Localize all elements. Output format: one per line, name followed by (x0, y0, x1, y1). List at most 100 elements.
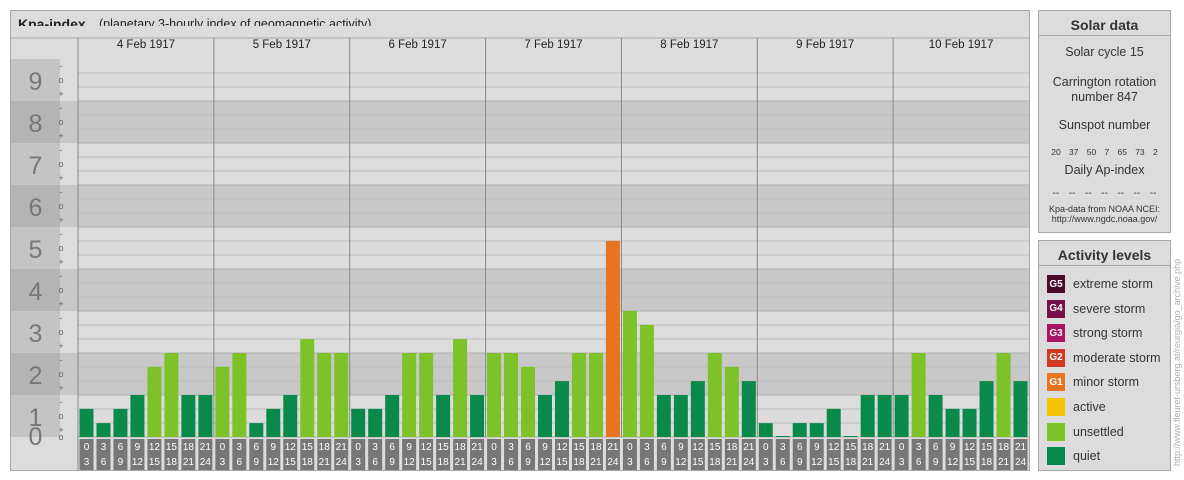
interval-start: 0 (84, 442, 90, 453)
level-swatch (1047, 398, 1065, 416)
interval-start: 15 (166, 442, 178, 453)
interval-start: 9 (135, 442, 141, 453)
level-row: G4 severe storm (1047, 299, 1145, 318)
kp-bar (555, 381, 569, 437)
interval-end: 24 (743, 457, 755, 468)
kp-bar (385, 395, 400, 437)
kp-bar (945, 408, 960, 437)
interval-end: 9 (389, 457, 395, 468)
level-swatch: G4 (1047, 299, 1065, 318)
day-label: 7 Feb 1917 (524, 39, 582, 51)
interval-start: 12 (285, 442, 297, 453)
subtick-circle: o (58, 117, 63, 127)
band (11, 59, 1029, 101)
interval-start: 3 (916, 442, 922, 453)
ytick-label: 2 (29, 362, 43, 390)
interval-end: 3 (84, 457, 90, 468)
interval-end: 3 (899, 457, 905, 468)
ytick-label: 6 (29, 194, 43, 222)
interval-start: 9 (271, 442, 277, 453)
subtick-minus: - (60, 397, 63, 407)
source-line-2: http://www.ngdc.noaa.gov/ (1051, 214, 1158, 224)
interval-end: 15 (828, 457, 840, 468)
day-label: 8 Feb 1917 (660, 39, 718, 51)
interval-start: 21 (1015, 442, 1027, 453)
subtick-minus: - (60, 355, 63, 365)
subtick-plus: + (58, 257, 63, 267)
interval-end: 18 (438, 457, 450, 468)
interval-start: 0 (355, 442, 361, 453)
subtick-plus: + (58, 89, 63, 99)
kp-bar (538, 395, 552, 437)
sunspot-label: Sunspot number (1058, 118, 1151, 132)
kp-bar (775, 436, 790, 437)
kp-bar (690, 381, 705, 437)
level-swatch: G3 (1047, 324, 1065, 343)
kp-bar (1013, 381, 1028, 437)
interval-start: 18 (183, 442, 195, 453)
level-row: G5 extreme storm (1047, 275, 1153, 293)
subtick-minus: - (60, 61, 63, 71)
level-swatch (1047, 447, 1065, 466)
kp-bar (639, 324, 654, 437)
interval-start: 12 (556, 442, 568, 453)
interval-end: 24 (607, 457, 619, 468)
kp-bar (792, 423, 807, 437)
kp-bar (911, 353, 926, 437)
level-label: moderate storm (1073, 350, 1161, 365)
kp-bar (962, 408, 977, 437)
kp-bar (894, 395, 909, 437)
ytick-label: 4 (29, 278, 43, 306)
interval-end: 6 (372, 457, 378, 468)
sunspot-value: 2 (1152, 147, 1158, 157)
level-label: extreme storm (1073, 277, 1153, 291)
subtick-plus: + (58, 341, 63, 351)
interval-end: 12 (811, 457, 823, 468)
interval-start: 9 (814, 442, 820, 453)
levels-header: Activity levels (1039, 241, 1170, 266)
kp-bar (504, 353, 519, 437)
interval-end: 9 (254, 457, 260, 468)
interval-end: 21 (455, 457, 467, 468)
interval-start: 12 (964, 442, 976, 453)
day-label: 4 Feb 1917 (117, 39, 175, 51)
interval-start: 3 (780, 442, 786, 453)
level-row: G3 strong storm (1047, 324, 1142, 343)
kp-bar (419, 353, 434, 437)
kp-bar (487, 353, 502, 437)
interval-end: 18 (302, 457, 314, 468)
interval-end: 3 (220, 457, 226, 468)
interval-end: 24 (336, 457, 348, 468)
interval-start: 15 (981, 442, 993, 453)
interval-end: 21 (590, 457, 602, 468)
interval-end: 12 (675, 457, 687, 468)
interval-end: 6 (780, 457, 786, 468)
band (11, 353, 1029, 395)
interval-start: 9 (950, 442, 956, 453)
ap-value: -- (1068, 188, 1076, 199)
interval-start: 9 (542, 442, 548, 453)
ap-value: -- (1101, 188, 1108, 199)
kp-bar (351, 408, 366, 437)
day-label: 10 Feb 1917 (929, 39, 994, 51)
level-swatch (1047, 422, 1065, 441)
level-row: quiet (1047, 447, 1100, 466)
kp-bar (300, 339, 315, 437)
interval-end: 21 (726, 457, 738, 468)
interval-end: 21 (862, 457, 874, 468)
subtick-circle: o (58, 75, 63, 85)
interval-end: 12 (404, 457, 416, 468)
kp-bar (673, 395, 688, 437)
kp-bar (588, 353, 603, 437)
band (11, 269, 1029, 311)
interval-start: 21 (879, 442, 891, 453)
interval-start: 18 (590, 442, 602, 453)
interval-end: 15 (285, 457, 297, 468)
level-swatch: G2 (1047, 348, 1065, 367)
interval-end: 18 (981, 457, 993, 468)
kp-bar (368, 408, 383, 437)
kp-bar (198, 395, 213, 437)
ap-value: -- (1117, 188, 1125, 199)
ytick-label: 5 (29, 236, 43, 264)
band (11, 185, 1029, 227)
